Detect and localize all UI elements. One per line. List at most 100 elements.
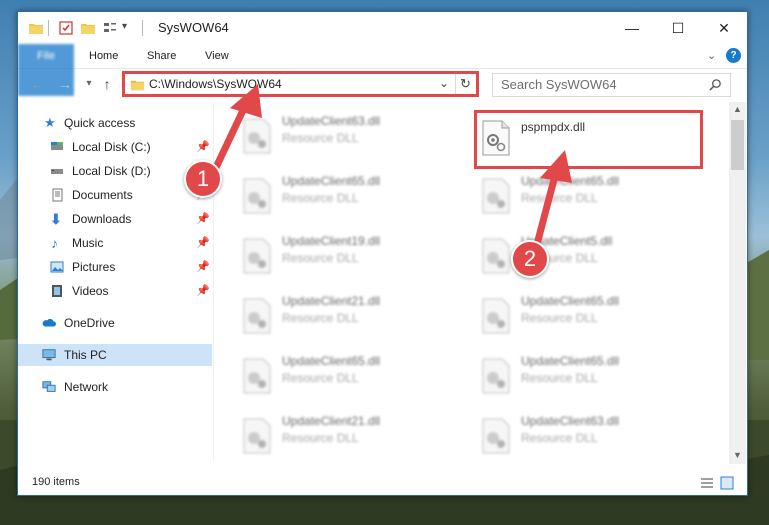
- new-folder-icon[interactable]: [80, 20, 96, 36]
- ribbon-tabs: File Home Share View ⌄ ?: [18, 44, 747, 96]
- file-type: Resource DLL: [521, 431, 598, 445]
- file-type: Resource DLL: [521, 191, 598, 205]
- sidebar-item-network[interactable]: Network: [18, 376, 212, 398]
- sidebar-item-label: OneDrive: [64, 316, 115, 330]
- star-icon: ★: [44, 115, 56, 130]
- video-icon: [52, 285, 62, 297]
- title-bar: ▾ SysWOW64 — ☐ ✕: [18, 12, 747, 44]
- file-item[interactable]: UpdateClient65.dll Resource DLL: [475, 292, 695, 344]
- file-item[interactable]: UpdateClient63.dll Resource DLL: [236, 112, 456, 164]
- file-type: Resource DLL: [282, 191, 359, 205]
- sidebar-item-label: Videos: [72, 284, 109, 298]
- file-highlight: [474, 110, 703, 169]
- sidebar-item-label: Quick access: [64, 116, 136, 130]
- minimize-button[interactable]: —: [609, 12, 655, 44]
- pin-icon[interactable]: 📌: [196, 208, 210, 230]
- file-type: Resource DLL: [282, 131, 359, 145]
- cloud-icon: [42, 318, 56, 327]
- help-icon[interactable]: ?: [726, 48, 741, 63]
- sidebar-item-label: This PC: [64, 348, 107, 362]
- sidebar-item-label: Music: [72, 236, 104, 250]
- dll-file-icon: [482, 238, 510, 274]
- scroll-down-icon[interactable]: ▼: [733, 450, 742, 460]
- properties-icon[interactable]: [58, 20, 74, 36]
- back-arrow-icon[interactable]: ←: [28, 75, 46, 93]
- file-item[interactable]: UpdateClient65.dll Resource DLL: [475, 172, 695, 224]
- address-bar-highlight: [122, 71, 479, 97]
- dll-file-icon: [482, 358, 510, 394]
- file-item[interactable]: UpdateClient21.dll Resource DLL: [236, 292, 456, 344]
- sidebar-item-quick-access[interactable]: ★ Quick access: [18, 112, 212, 134]
- network-icon: [42, 381, 56, 392]
- pin-icon[interactable]: 📌: [196, 280, 210, 302]
- sidebar-item-label: Pictures: [72, 260, 116, 274]
- vertical-scrollbar[interactable]: ▲ ▼: [729, 102, 746, 464]
- file-item[interactable]: UpdateClient65.dll Resource DLL: [236, 172, 456, 224]
- up-arrow-icon[interactable]: ↑: [98, 75, 116, 93]
- chevron-down-icon[interactable]: ⌄: [707, 49, 716, 62]
- separator: [142, 20, 143, 36]
- sidebar-item-downloads[interactable]: ⬇ Downloads 📌: [18, 208, 212, 230]
- sidebar-item-videos[interactable]: Videos 📌: [18, 280, 212, 302]
- search-icon[interactable]: [709, 78, 722, 91]
- dll-file-icon: [243, 238, 271, 274]
- view-options-icon[interactable]: [102, 20, 118, 36]
- file-item[interactable]: UpdateClient5.dll Resource DLL: [475, 232, 695, 284]
- file-name: UpdateClient21.dll: [282, 294, 381, 308]
- tab-view[interactable]: View: [205, 44, 229, 68]
- sidebar-item-label: Local Disk (C:): [72, 140, 151, 154]
- file-type: Resource DLL: [282, 371, 359, 385]
- explorer-window: ▾ SysWOW64 — ☐ ✕ File Home Share View ⌄ …: [17, 11, 748, 496]
- item-count: 190 items: [32, 476, 80, 488]
- music-icon: ♪: [51, 235, 58, 251]
- sidebar-item-this-pc[interactable]: This PC: [18, 344, 212, 366]
- pin-icon[interactable]: 📌: [196, 136, 210, 158]
- file-name: UpdateClient21.dll: [282, 414, 381, 428]
- recent-locations-icon[interactable]: ▾: [80, 75, 98, 93]
- documents-icon: [52, 188, 63, 202]
- computer-icon: [42, 349, 56, 361]
- pin-icon[interactable]: 📌: [196, 232, 210, 254]
- dll-file-icon: [482, 418, 510, 454]
- file-type: Resource DLL: [282, 311, 359, 325]
- sidebar-item-local-disk-c[interactable]: Local Disk (C:) 📌: [18, 136, 212, 158]
- file-name: UpdateClient19.dll: [282, 234, 381, 248]
- file-name: UpdateClient65.dll: [282, 174, 381, 188]
- customize-toolbar-icon[interactable]: ▾: [122, 21, 127, 32]
- sidebar-item-documents[interactable]: Documents 📌: [18, 184, 212, 206]
- drive-icon: [51, 142, 63, 150]
- file-type: Resource DLL: [282, 431, 359, 445]
- search-box[interactable]: Search SysWOW64: [492, 73, 731, 97]
- file-item[interactable]: UpdateClient65.dll Resource DLL: [475, 352, 695, 404]
- file-type: Resource DLL: [282, 251, 359, 265]
- pin-icon[interactable]: 📌: [196, 256, 210, 278]
- file-name: UpdateClient65.dll: [521, 294, 620, 308]
- tab-home[interactable]: Home: [89, 44, 118, 68]
- scrollbar-thumb[interactable]: [731, 120, 744, 170]
- search-placeholder[interactable]: Search SysWOW64: [501, 77, 617, 92]
- dll-file-icon: [243, 358, 271, 394]
- sidebar-item-label: Documents: [72, 188, 133, 202]
- drive-icon: [51, 169, 63, 174]
- sidebar-item-music[interactable]: ♪ Music 📌: [18, 232, 212, 254]
- dll-file-icon: [243, 418, 271, 454]
- maximize-button[interactable]: ☐: [655, 12, 701, 44]
- scroll-up-icon[interactable]: ▲: [733, 104, 742, 114]
- sidebar-item-pictures[interactable]: Pictures 📌: [18, 256, 212, 278]
- tab-share[interactable]: Share: [147, 44, 176, 68]
- file-item[interactable]: UpdateClient65.dll Resource DLL: [236, 352, 456, 404]
- dll-file-icon: [482, 178, 510, 214]
- file-name: UpdateClient65.dll: [521, 354, 620, 368]
- forward-arrow-icon[interactable]: →: [56, 75, 74, 93]
- file-item[interactable]: UpdateClient63.dll Resource DLL: [475, 412, 695, 462]
- sidebar-item-local-disk-d[interactable]: Local Disk (D:): [18, 160, 212, 182]
- dll-file-icon: [482, 298, 510, 334]
- sidebar-item-onedrive[interactable]: OneDrive: [18, 312, 212, 334]
- sidebar-item-label: Downloads: [72, 212, 132, 226]
- file-item[interactable]: UpdateClient19.dll Resource DLL: [236, 232, 456, 284]
- details-view-icon[interactable]: [700, 477, 714, 489]
- step-badge-1: 1: [184, 160, 222, 198]
- large-icons-view-icon[interactable]: [720, 476, 734, 490]
- close-button[interactable]: ✕: [701, 12, 747, 44]
- file-item[interactable]: UpdateClient21.dll Resource DLL: [236, 412, 456, 462]
